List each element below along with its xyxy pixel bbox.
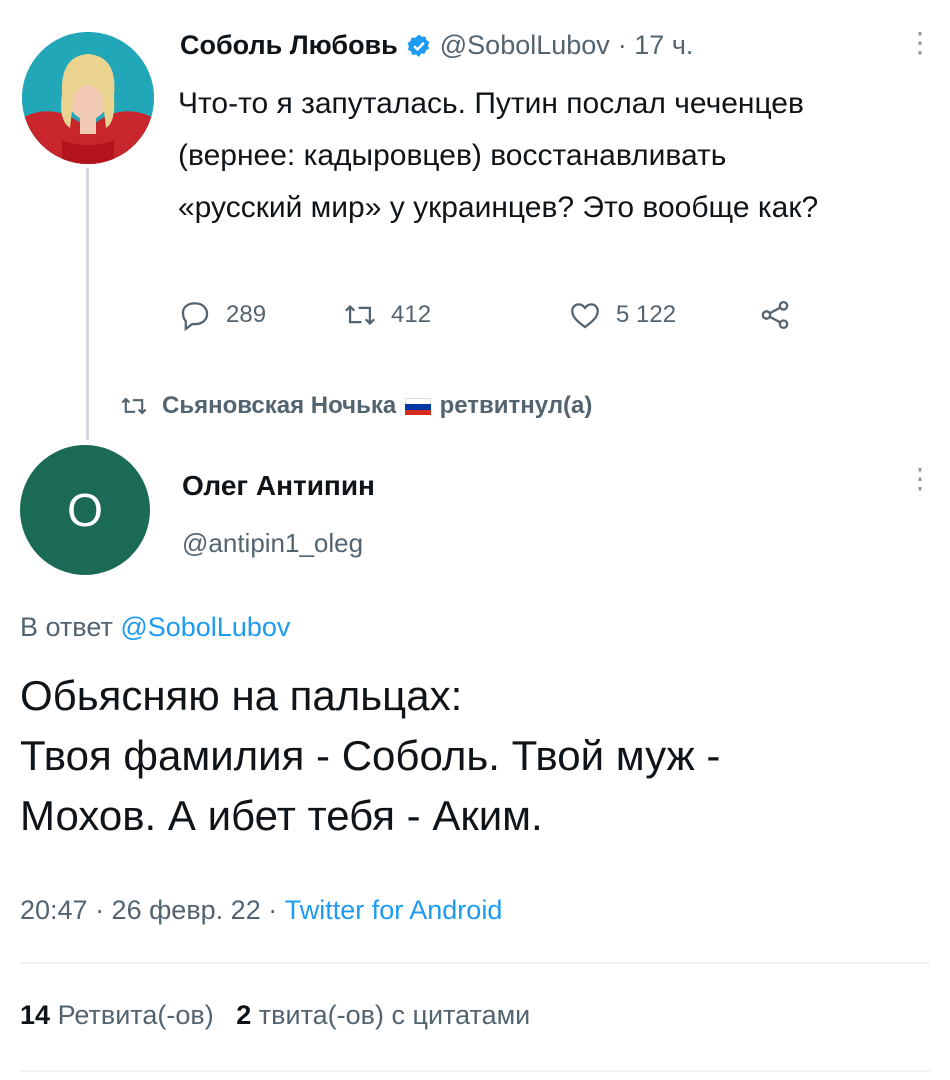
tweet-source-link[interactable]: Twitter for Android [285,895,503,925]
tweet-stats: 14 Ретвита(-ов) 2 твита(-ов) с цитатами [20,1000,530,1031]
retweet-action-label: ретвитнул(а) [439,392,593,419]
retweets-label: Ретвита(-ов) [57,1000,214,1030]
tweet-text: Что-то я запуталась. Путин послал чеченц… [178,87,819,224]
retweet-icon [121,397,147,415]
tweet-text-line: Твоя фамилия - Соболь. Твой муж - [20,732,721,779]
author-name[interactable]: Олег Антипин [182,470,375,502]
share-button[interactable] [758,298,792,332]
tweet-text-line: Мохов. А ибет тебя - Аким. [20,792,543,839]
thread-line [86,168,89,440]
more-icon[interactable]: ⋮ [906,465,934,493]
author-handle[interactable]: @SobolLubov [440,30,610,61]
share-icon [761,300,789,330]
divider [20,962,930,964]
retweet-button[interactable]: 412 [343,298,568,332]
reply-count: 289 [226,301,267,328]
avatar[interactable]: O [20,445,150,575]
like-button[interactable]: 5 122 [568,298,758,332]
more-icon[interactable]: ⋮ [906,29,934,57]
divider [20,1070,930,1072]
retweet-count: 412 [391,301,432,328]
avatar-photo [22,32,154,164]
like-icon [571,303,599,329]
tweet-actions: 289 412 5 122 [178,298,792,332]
tweet-text-line: Обьясняю на пальцах: [20,672,463,719]
quotes-label: твита(-ов) с цитатами [258,1000,531,1030]
retweeter-name[interactable]: Сьяновская Ночька [162,392,396,419]
like-count: 5 122 [616,301,677,328]
reply-context: В ответ @SobolLubov [20,612,290,643]
avatar-letter: O [67,484,103,536]
reply-mention-link[interactable]: @SobolLubov [120,612,290,642]
reply-prefix: В ответ [20,612,113,642]
tweet-text: Обьясняю на пальцах: Твоя фамилия - Собо… [20,666,940,846]
tweet-timestamp[interactable]: 20:47 · 26 февр. 22 · [20,895,277,925]
retweet-icon [345,304,375,326]
original-tweet[interactable]: Соболь Любовь @SobolLubov · 17 ч. ⋮ Что-… [0,0,950,440]
quotes-count: 2 [236,1000,252,1030]
tweet-meta: 20:47 · 26 февр. 22 · Twitter for Androi… [20,895,502,926]
retweets-stat[interactable]: 14 Ретвита(-ов) [20,1000,221,1030]
avatar[interactable] [22,32,154,164]
quotes-stat[interactable]: 2 твита(-ов) с цитатами [236,1000,530,1030]
retweets-count: 14 [20,1000,51,1030]
reply-button[interactable]: 289 [178,298,343,332]
tweet-time[interactable]: · 17 ч. [618,30,694,61]
author-handle[interactable]: @antipin1_oleg [182,528,363,559]
verified-badge-icon [406,33,432,59]
russia-flag-icon [404,398,431,416]
retweet-banner[interactable]: Сьяновская Ночька ретвитнул(а) [120,392,592,420]
reply-icon [181,302,209,332]
author-name[interactable]: Соболь Любовь [180,30,398,61]
tweet-header: Соболь Любовь @SobolLubov · 17 ч. [180,30,693,61]
